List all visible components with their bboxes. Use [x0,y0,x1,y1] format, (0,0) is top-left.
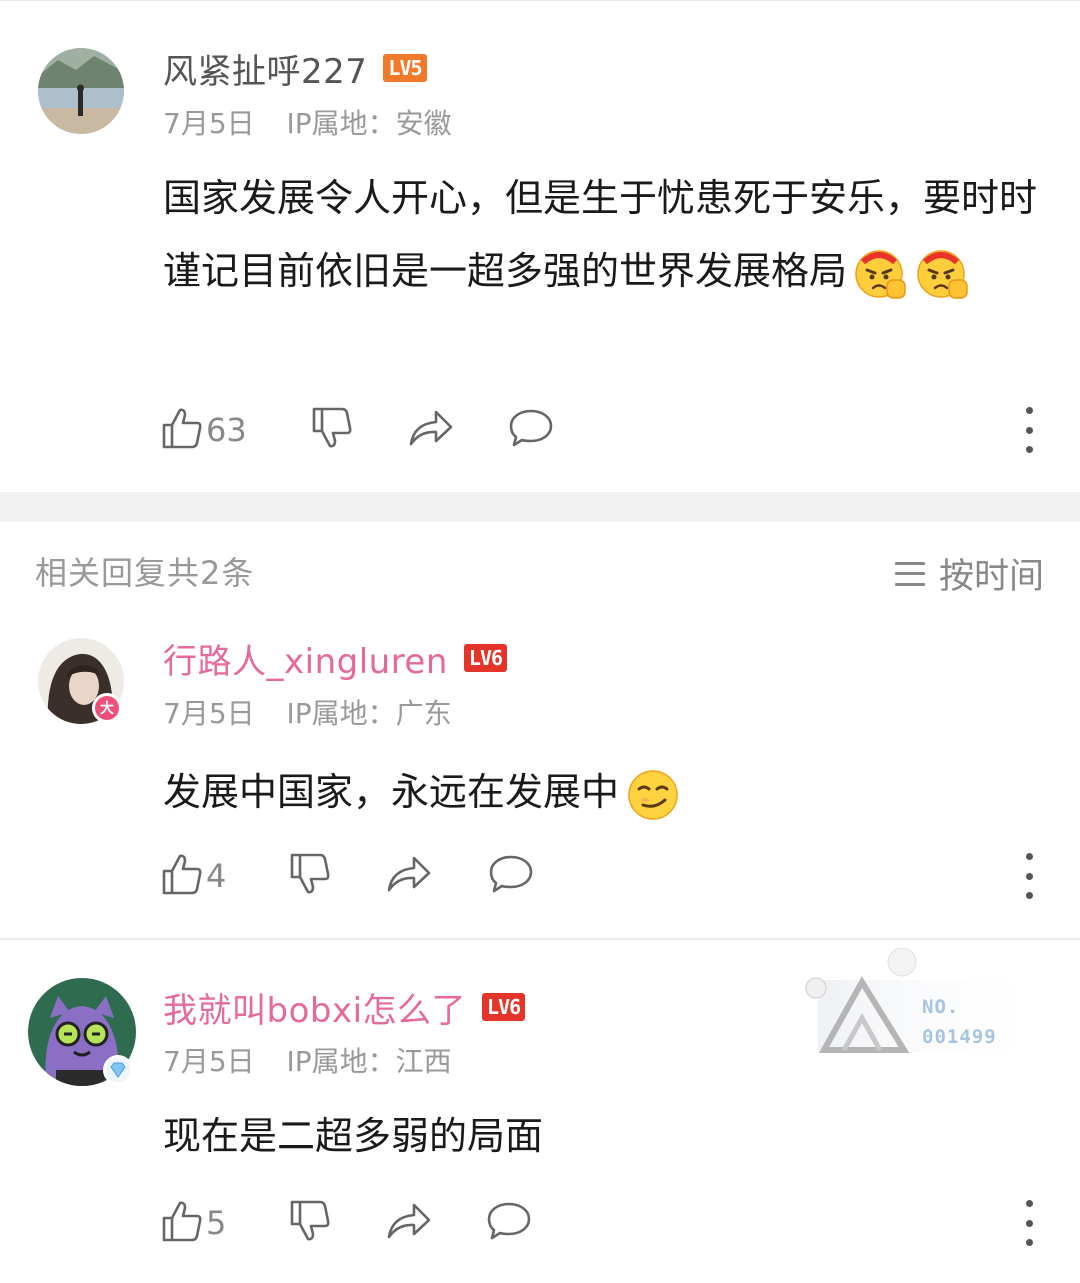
dislike-button[interactable] [288,851,332,901]
ip-location: IP属地：安徽 [286,107,452,140]
comment-bubble-icon [486,1199,532,1247]
main-comment: 风紧扯呼227 LV5 7月5日 IP属地：安徽 国家发展令人开心，但是生于忧患… [0,0,1080,492]
avatar[interactable] [38,48,124,134]
comment-text: 国家发展令人开心，但是生于忧患死于安乐，要时时谨记目前依旧是一超多强的世界发展格… [163,162,1043,308]
verified-badge-label: 大 [100,701,114,717]
like-button[interactable]: 5 [160,1198,226,1248]
like-count: 63 [206,411,247,449]
username[interactable]: 我就叫bobxi怎么了 [163,983,466,1032]
fan-medal-card: NO. 001499 [800,948,1060,1068]
thumbs-down-icon [288,1199,332,1247]
medal-number: NO. 001499 [922,992,997,1052]
username[interactable]: 风紧扯呼227 [163,44,367,93]
ip-location: IP属地：广东 [286,697,452,730]
reply-button[interactable] [508,405,554,455]
comment-bubble-icon [488,852,534,900]
like-button[interactable]: 63 [160,405,247,455]
comment-meta: 7月5日 IP属地：江西 [163,1040,452,1080]
like-count: 5 [206,1204,227,1242]
thumbs-up-icon [160,406,204,454]
reply-item: 大 行路人_xingluren LV6 7月5日 IP属地：广东 发展中国家，永… [0,600,1080,938]
more-options-icon[interactable] [1024,1200,1034,1246]
share-button[interactable] [386,851,432,901]
more-options-icon[interactable] [1024,853,1034,899]
comment-actions: 5 [160,1198,1080,1248]
share-arrow-icon [386,1199,432,1247]
diamond-badge-icon [103,1055,133,1085]
dislike-button[interactable] [310,405,354,455]
comment-text-content: 现在是二超多弱的局面 [163,1114,544,1158]
share-button[interactable] [386,1198,432,1248]
thumbs-down-icon [288,852,332,900]
comment-bubble-icon [508,406,554,454]
sort-lines-icon [894,561,925,586]
thumbs-down-icon [310,406,354,454]
level-badge: LV5 [383,54,427,82]
level-badge: LV6 [463,644,508,672]
medal-no-value: 001499 [922,1026,997,1048]
medal-no-label: NO. [922,996,960,1018]
dislike-button[interactable] [288,1198,332,1248]
comment-text: 现在是二超多弱的局面 [163,1100,1043,1173]
comment-actions: 63 [160,405,1080,455]
more-options-icon[interactable] [1024,407,1034,453]
comment-meta: 7月5日 IP属地：安徽 [163,102,452,142]
share-button[interactable] [408,405,454,455]
sort-label: 按时间 [938,557,1044,597]
like-button[interactable]: 4 [160,851,226,901]
comment-actions: 4 [160,851,1080,901]
section-gap [0,492,1080,522]
comment-date: 7月5日 [163,1045,255,1078]
like-count: 4 [206,857,227,895]
level-badge: LV6 [482,993,526,1021]
verified-badge: 大 [92,693,122,723]
share-arrow-icon [386,852,432,900]
thumbs-up-icon [160,1199,204,1247]
share-arrow-icon [408,406,454,454]
smirk-emoji [625,767,681,823]
comment-text-content: 发展中国家，永远在发展中 [163,770,620,814]
comment-date: 7月5日 [163,107,255,140]
sort-by-time-button[interactable]: 按时间 [894,548,1044,599]
reply-button[interactable] [488,851,534,901]
thumbs-up-icon [160,852,204,900]
comment-text: 发展中国家，永远在发展中 [163,756,1043,829]
comment-meta: 7月5日 IP属地：广东 [163,692,452,732]
ip-location: IP属地：江西 [286,1045,452,1078]
angry-fist-emoji [853,246,909,302]
angry-fist-emoji [915,246,971,302]
comment-date: 7月5日 [163,697,255,730]
reply-button[interactable] [486,1198,532,1248]
username[interactable]: 行路人_xingluren [163,634,448,683]
replies-count: 相关回复共2条 [35,554,255,592]
